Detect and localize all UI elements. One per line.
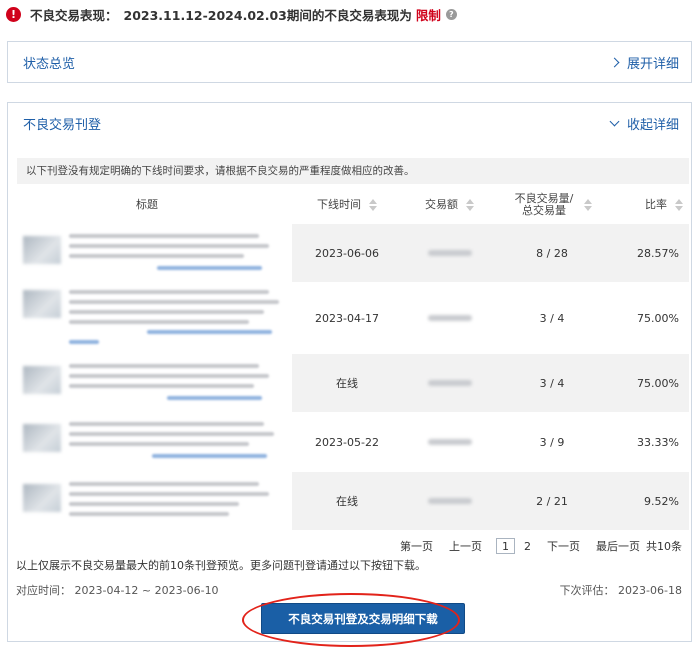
amount-value [427,439,472,445]
bad-ratio: 3 / 4 [539,376,565,390]
amount-value [427,250,472,256]
notice-text: 以下刊登没有规定明确的下线时间要求，请根据不良交易的严重程度做相应的改善。 [17,158,689,184]
overview-panel-header[interactable]: 状态总览 展开详细 [8,42,691,82]
column-header-amount[interactable]: 交易额 [402,187,497,223]
status-text: 2023.11.12-2024.02.03期间的不良交易表现为 [123,7,412,23]
listing-thumbnail[interactable] [23,366,61,394]
bad-ratio: 3 / 4 [539,311,565,325]
bad-ratio: 8 / 28 [536,246,568,260]
table-row[interactable]: 2023-05-22 3 / 9 33.33% [17,412,689,472]
amount-value [427,315,472,321]
last-page-link[interactable]: 最后一页 [596,538,640,554]
rate: 9.52% [644,494,679,508]
expand-details-label: 展开详细 [626,56,679,72]
next-page-link[interactable]: 下一页 [547,538,580,554]
page-2-link[interactable]: 2 [524,540,531,553]
listing-panel-header[interactable]: 不良交易刊登 收起详细 [8,103,691,143]
table-row[interactable]: 在线 2 / 21 9.52% [17,472,689,530]
expand-details-toggle[interactable]: 展开详细 [609,53,679,72]
column-header-title: 标题 [136,198,158,211]
rate: 75.00% [637,376,679,390]
table-row[interactable]: 在线 3 / 4 75.00% [17,354,689,412]
offline-time: 2023-06-06 [315,246,379,260]
footnote-text: 以上仅展示不良交易量最大的前10条刊登预览。更多问题刊登请通过以下按钮下载。 [16,559,426,572]
rate: 33.33% [637,435,679,449]
help-icon[interactable]: ? [445,8,457,20]
sort-icon[interactable] [369,199,377,211]
bad-ratio: 3 / 9 [539,435,565,449]
table-header: 标题 下线时间 交易额 不良交易量/总交易量 比率 [17,187,689,223]
rate: 28.57% [637,246,679,260]
collapse-details-toggle[interactable]: 收起详细 [609,114,679,133]
listing-thumbnail[interactable] [23,236,61,264]
offline-time: 在线 [336,377,358,390]
sort-icon[interactable] [675,199,683,211]
prev-page-link[interactable]: 上一页 [449,538,482,554]
highlight-circle [242,593,460,647]
amount-value [427,380,472,386]
overview-panel: 状态总览 展开详细 [7,41,692,83]
pagination: 第一页 上一页 1 2 下一页 最后一页 共10条 [384,537,682,555]
current-page[interactable]: 1 [496,538,515,554]
sort-icon[interactable] [466,199,474,211]
listing-thumbnail[interactable] [23,290,61,318]
first-page-link[interactable]: 第一页 [400,538,433,554]
amount-value [427,498,472,504]
offline-time: 2023-04-17 [315,311,379,325]
status-label: 不良交易表现： [30,7,118,23]
column-header-offline-time[interactable]: 下线时间 [292,187,402,223]
bad-ratio: 2 / 21 [536,494,568,508]
collapse-details-label: 收起详细 [626,117,679,133]
status-value: 限制 [415,7,441,23]
listing-thumbnail[interactable] [23,424,61,452]
rate: 75.00% [637,311,679,325]
offline-time: 在线 [336,495,358,508]
chevron-right-icon [609,57,620,67]
overview-title: 状态总览 [23,56,76,72]
period-text: 对应时间： 2023-04-12 ~ 2023-06-10 [16,584,219,597]
chevron-down-icon [609,116,620,126]
error-icon: ! [6,6,21,22]
column-header-bad-ratio[interactable]: 不良交易量/总交易量 [497,187,607,223]
sort-icon[interactable] [584,199,592,211]
column-header-rate[interactable]: 比率 [607,187,689,223]
table-row[interactable]: 2023-04-17 3 / 4 75.00% [17,282,689,354]
listing-thumbnail[interactable] [23,484,61,512]
total-count: 共10条 [646,540,682,553]
status-bar: ! 不良交易表现： 2023.11.12-2024.02.03期间的不良交易表现… [6,3,457,25]
next-evaluation-text: 下次评估： 2023-06-18 [559,584,682,597]
listing-title: 不良交易刊登 [23,117,102,133]
table-row[interactable]: 2023-06-06 8 / 28 28.57% [17,224,689,282]
offline-time: 2023-05-22 [315,435,379,449]
